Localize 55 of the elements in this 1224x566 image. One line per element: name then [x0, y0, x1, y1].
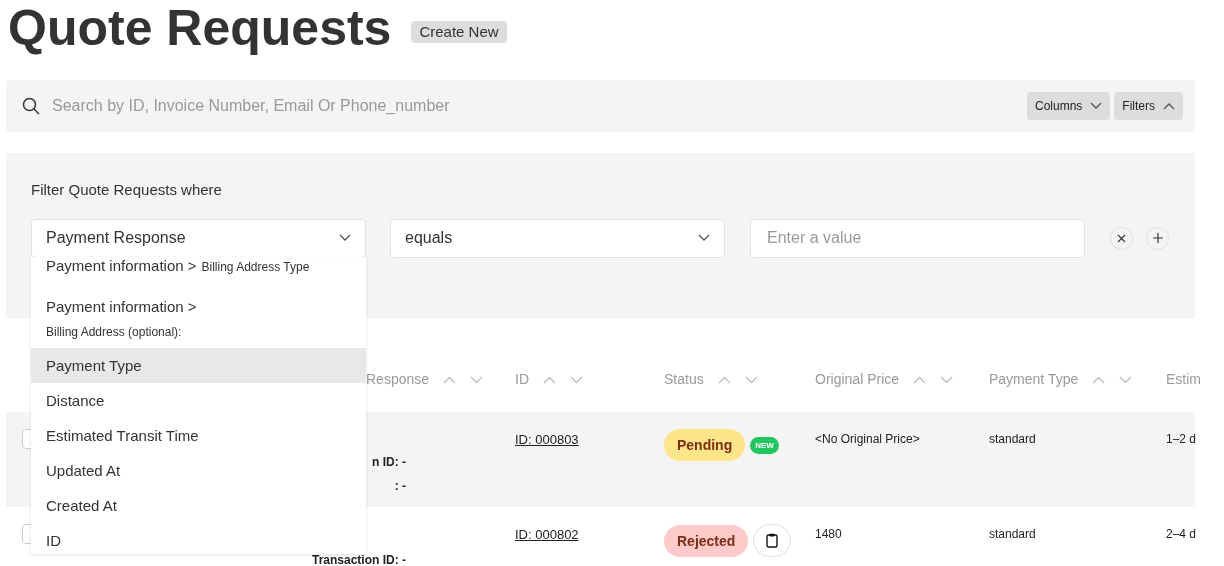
option-child: Billing Address Type [201, 259, 310, 276]
option-parent: Payment information > [46, 257, 197, 276]
close-icon [1117, 233, 1126, 243]
chevron-up-icon [1163, 102, 1175, 110]
sort-up-icon[interactable] [443, 375, 457, 384]
search-icon [22, 97, 40, 115]
new-badge: NEW [750, 436, 779, 454]
menu-option[interactable]: Updated At [31, 453, 366, 488]
price-text: 1480 [815, 526, 842, 543]
sort-down-icon[interactable] [940, 375, 954, 384]
menu-option[interactable]: Payment information > Billing Address Type [31, 257, 366, 273]
response-text: n ID: - [372, 456, 406, 468]
menu-option[interactable]: Distance [31, 383, 366, 418]
sort-down-icon[interactable] [470, 375, 484, 384]
response-text: : - [394, 480, 406, 492]
search-field[interactable]: Search by ID, Invoice Number, Email Or Phone_number [52, 94, 1015, 118]
field-select[interactable]: Payment Response [31, 218, 366, 258]
search-bar[interactable]: Search by ID, Invoice Number, Email Or Phone_number Columns Filters [6, 80, 1195, 132]
clipboard-button[interactable] [753, 524, 792, 557]
menu-option[interactable]: Created At [31, 488, 366, 523]
option-parent: Payment information > [46, 297, 197, 317]
sort-up-icon[interactable] [1092, 375, 1106, 384]
payment-type-text: standard [989, 431, 1036, 448]
chevron-down-icon [1090, 102, 1103, 110]
plus-icon [1152, 233, 1163, 243]
chevron-down-icon [339, 234, 351, 242]
id-link[interactable]: ID: 000802 [515, 525, 579, 545]
value-field[interactable]: Enter a value [750, 218, 1085, 258]
id-link[interactable]: ID: 000803 [515, 430, 579, 450]
menu-option[interactable]: ID [31, 523, 366, 554]
clipboard-icon [766, 533, 779, 548]
filter-label: Filter Quote Requests where [31, 180, 222, 200]
columns-button[interactable]: Columns [1026, 92, 1111, 120]
sort-down-icon[interactable] [744, 375, 758, 384]
option-child: Billing Address (optional): [46, 323, 182, 341]
payment-type-text: standard [989, 526, 1036, 543]
menu-option[interactable]: Payment Type [31, 348, 366, 383]
transit-text: 1–2 d [1166, 431, 1197, 448]
filters-button[interactable]: Filters [1114, 92, 1183, 120]
operator-select[interactable]: equals [390, 218, 725, 258]
sort-up-icon[interactable] [913, 375, 927, 384]
sort-down-icon[interactable] [1119, 375, 1133, 384]
status-badge: Rejected [664, 524, 749, 557]
price-text: <No Original Price> [815, 431, 920, 448]
menu-option[interactable]: Payment information > Billing Address (optional): [31, 273, 366, 348]
status-badge: Pending [664, 429, 746, 461]
chevron-down-icon [698, 234, 710, 242]
sort-up-icon[interactable] [717, 375, 731, 384]
menu-option[interactable]: Estimated Transit Time [31, 418, 366, 453]
sort-up-icon[interactable] [543, 375, 556, 384]
sort-down-icon[interactable] [570, 375, 583, 384]
page-title: Quote Requests [8, 3, 392, 53]
response-text: Transaction ID: - [312, 554, 406, 566]
create-new-button[interactable]: Create New [411, 21, 507, 43]
transit-text: 2–4 d [1166, 526, 1197, 543]
